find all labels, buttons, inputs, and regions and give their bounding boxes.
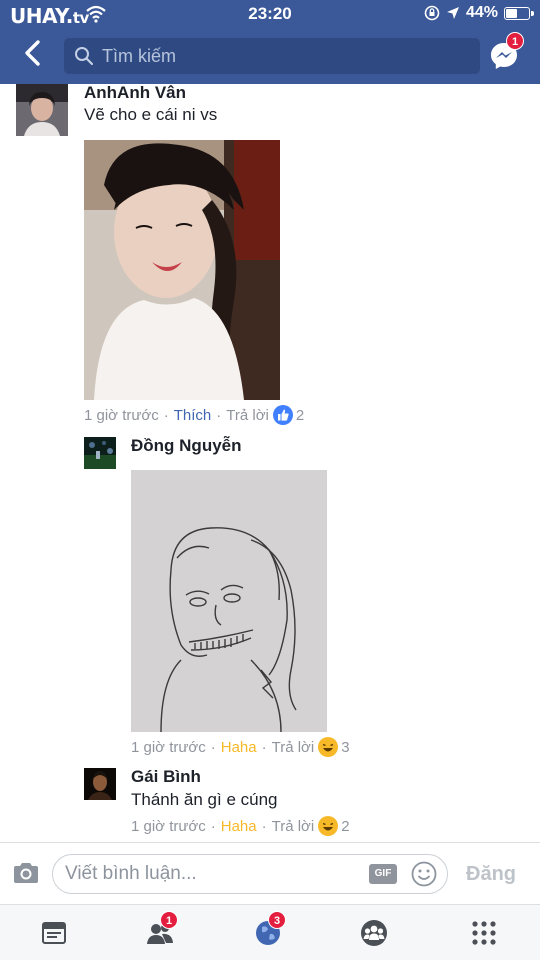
gif-button[interactable]: GIF xyxy=(369,864,397,884)
status-right: 44% xyxy=(424,4,534,22)
comment-text: Vẽ cho e cái ni vs xyxy=(84,105,218,124)
reaction-count[interactable]: 2 xyxy=(341,818,349,835)
search-bar[interactable] xyxy=(64,38,480,74)
location-arrow-icon xyxy=(446,7,459,19)
comment-time: 1 giờ trước xyxy=(84,406,159,424)
reply-link[interactable]: Trả lời xyxy=(272,739,315,756)
bottom-tab-bar: 1 3 xyxy=(0,904,540,960)
tab-menu[interactable] xyxy=(470,919,498,947)
comment-author[interactable]: Gái Bình xyxy=(131,767,201,787)
avatar[interactable] xyxy=(84,437,116,469)
rotation-lock-icon xyxy=(424,5,440,21)
comment-composer: GIF Đăng xyxy=(0,842,540,904)
reaction-count[interactable]: 3 xyxy=(341,739,349,756)
comment-meta: 1 giờ trước · Haha · Trả lời 3 xyxy=(131,737,350,757)
battery-percent: 44% xyxy=(465,4,498,21)
haha-link[interactable]: Haha xyxy=(221,818,257,835)
comment-author[interactable]: AnhAnh Vân xyxy=(84,83,186,103)
friend-requests-badge: 1 xyxy=(160,911,178,929)
top-bar: UHAY.tv 23:20 44% Tìm kiếm 1 xyxy=(0,0,540,84)
reply-link[interactable]: Trả lời xyxy=(226,407,269,424)
emoji-icon[interactable] xyxy=(411,861,437,887)
tab-friend-requests[interactable]: 1 xyxy=(146,911,178,947)
comment-time: 1 giờ trước xyxy=(131,738,206,756)
avatar-photo xyxy=(84,768,116,800)
avatar[interactable] xyxy=(16,84,68,136)
news-feed-icon xyxy=(42,922,66,944)
comment-meta: 1 giờ trước · Thích · Trả lời 2 xyxy=(84,405,305,425)
reaction-count[interactable]: 2 xyxy=(296,407,304,424)
messenger-badge: 1 xyxy=(506,32,524,50)
like-link[interactable]: Thích xyxy=(174,407,212,424)
status-bar: UHAY.tv 23:20 44% xyxy=(0,0,540,28)
comment-time: 1 giờ trước xyxy=(131,817,206,835)
notifications-badge: 3 xyxy=(268,911,286,929)
back-chevron-icon[interactable] xyxy=(20,38,46,68)
post-button[interactable]: Đăng xyxy=(466,863,516,886)
messenger-button[interactable]: 1 xyxy=(488,32,524,72)
reply-link[interactable]: Trả lời xyxy=(272,818,315,835)
groups-icon xyxy=(361,920,387,946)
tab-notifications[interactable]: 3 xyxy=(254,911,286,947)
comment-input-box[interactable]: GIF xyxy=(52,854,448,894)
avatar-photo xyxy=(16,84,68,136)
comment-author[interactable]: Đồng Nguyễn xyxy=(131,436,242,456)
haha-icon[interactable] xyxy=(318,816,339,836)
camera-icon[interactable] xyxy=(12,861,40,885)
comment-photo-drawing[interactable] xyxy=(131,470,327,732)
menu-grid-icon xyxy=(472,921,496,945)
pencil-drawing-image xyxy=(131,470,327,732)
comment-meta: 1 giờ trước · Haha · Trả lời 2 xyxy=(131,816,350,836)
comment-input[interactable] xyxy=(65,863,355,885)
haha-link[interactable]: Haha xyxy=(221,739,257,756)
like-icon[interactable] xyxy=(272,405,293,425)
avatar-photo xyxy=(84,437,116,469)
avatar[interactable] xyxy=(84,768,116,800)
tab-groups[interactable] xyxy=(360,919,388,947)
tab-news-feed[interactable] xyxy=(40,919,68,947)
comment-text: Thánh ăn gì e cúng xyxy=(131,790,278,809)
comment-photo-selfie[interactable] xyxy=(84,140,280,400)
search-icon xyxy=(75,47,94,66)
selfie-image xyxy=(84,140,280,400)
search-input[interactable] xyxy=(102,45,462,67)
battery-icon xyxy=(504,6,534,20)
haha-icon[interactable] xyxy=(318,737,339,757)
